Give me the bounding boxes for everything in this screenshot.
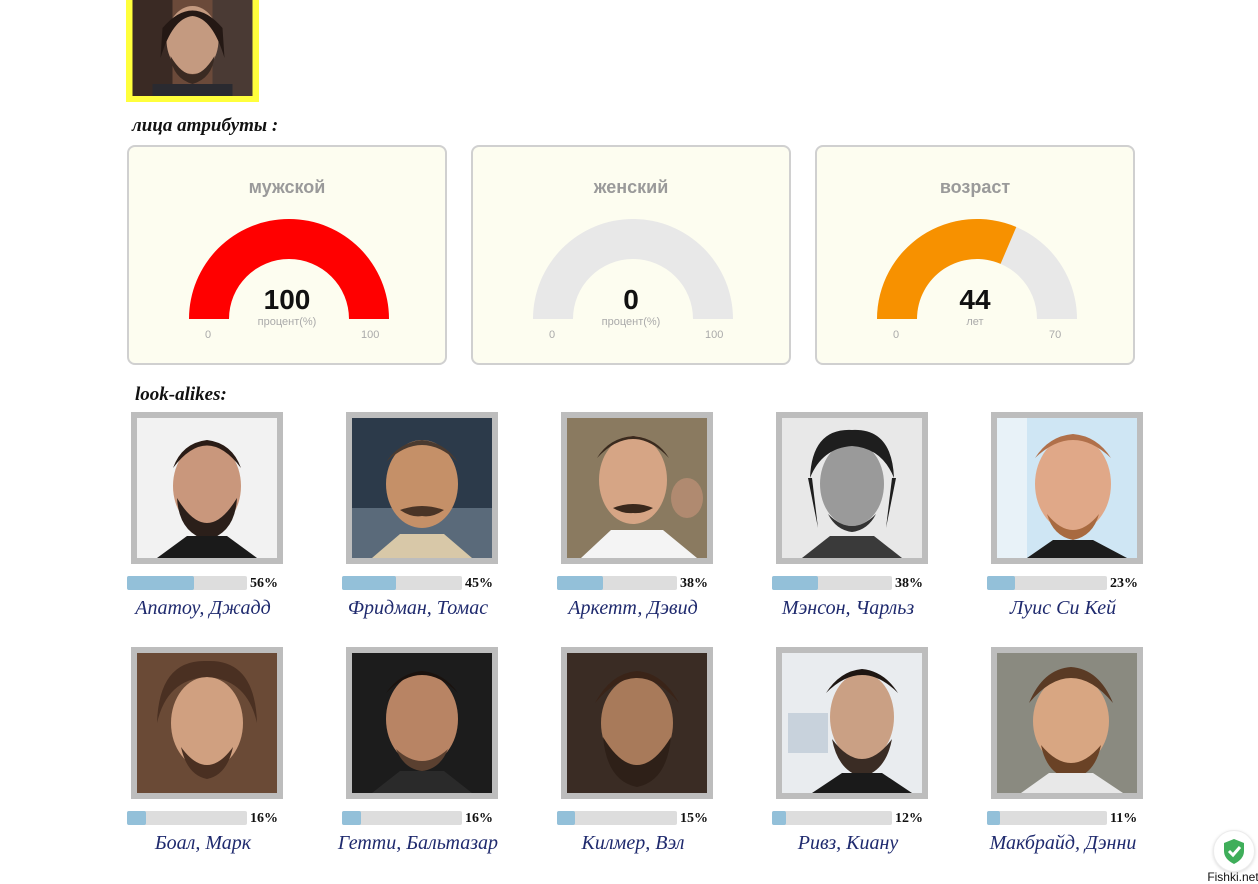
lookalikes-title: look-alikes: — [135, 384, 227, 405]
similarity-percent: 38% — [895, 576, 923, 591]
lookalike-photo[interactable] — [776, 647, 928, 799]
lookalike-name[interactable]: Апатоу, Джадд — [107, 597, 299, 619]
similarity-bar-fill — [342, 811, 362, 825]
gauge-unit: процент(%) — [257, 316, 317, 328]
similarity-bar — [987, 576, 1107, 590]
similarity-bar-fill — [987, 576, 1015, 590]
similarity-bar — [342, 811, 462, 825]
lookalike-name[interactable]: Ривз, Киану — [752, 832, 944, 854]
similarity-bar — [127, 576, 247, 590]
similarity-bar-fill — [127, 576, 195, 590]
query-face-photo — [126, 0, 259, 102]
lookalike-photo[interactable] — [131, 412, 283, 564]
similarity-bar — [772, 576, 892, 590]
gauge-card-age: возраст 44 лет 0 70 — [815, 145, 1135, 365]
similarity-percent: 56% — [250, 576, 278, 591]
watermark-badge: Fishki.net — [1207, 826, 1258, 884]
gauge-value: 100 — [263, 284, 311, 315]
similarity-percent: 23% — [1110, 576, 1138, 591]
lookalike-name[interactable]: Мэнсон, Чарльз — [752, 597, 944, 619]
gauge-max: 70 — [1049, 329, 1062, 341]
lookalike-name[interactable]: Гетти, Бальтазар — [322, 832, 514, 854]
shield-check-icon — [1213, 830, 1255, 872]
gauge-value: 44 — [959, 284, 991, 315]
gauge-title: женский — [593, 177, 669, 197]
lookalike-photo[interactable] — [776, 412, 928, 564]
lookalike-name[interactable]: Аркетт, Дэвид — [537, 597, 729, 619]
gauge-min: 0 — [549, 329, 556, 341]
similarity-percent: 15% — [680, 811, 708, 826]
attributes-title: лица атрибуты : — [132, 115, 279, 136]
lookalike-photo[interactable] — [131, 647, 283, 799]
gauge-min: 0 — [893, 329, 900, 341]
similarity-bar — [557, 576, 677, 590]
similarity-bar — [987, 811, 1107, 825]
watermark-text: Fishki.net — [1207, 870, 1258, 884]
similarity-percent: 11% — [1110, 811, 1138, 826]
similarity-bar-fill — [557, 576, 603, 590]
gauge-title: мужской — [248, 177, 326, 197]
gauge-title: возраст — [939, 177, 1011, 197]
lookalike-name[interactable]: Боал, Марк — [107, 832, 299, 854]
gauge-unit: лет — [966, 316, 984, 328]
similarity-bar-fill — [127, 811, 147, 825]
similarity-percent: 12% — [895, 811, 923, 826]
lookalike-photo[interactable] — [346, 647, 498, 799]
similarity-bar-fill — [772, 576, 818, 590]
gauge-card-female: женский 0 процент(%) 0 100 — [471, 145, 791, 365]
similarity-bar — [127, 811, 247, 825]
similarity-bar-fill — [342, 576, 396, 590]
gauge-min: 0 — [205, 329, 212, 341]
gauge-max: 100 — [705, 329, 724, 341]
lookalike-photo[interactable] — [991, 412, 1143, 564]
similarity-percent: 45% — [465, 576, 493, 591]
gauge-card-male: мужской 100 процент(%) 0 100 — [127, 145, 447, 365]
similarity-percent: 38% — [680, 576, 708, 591]
lookalike-name[interactable]: Макбрайд, Дэнни — [967, 832, 1159, 854]
similarity-percent: 16% — [250, 811, 278, 826]
lookalike-name[interactable]: Фридман, Томас — [322, 597, 514, 619]
gauge-max: 100 — [361, 329, 380, 341]
lookalike-photo[interactable] — [561, 647, 713, 799]
similarity-bar-fill — [772, 811, 787, 825]
lookalike-name[interactable]: Луис Си Кей — [967, 597, 1159, 619]
face-image — [132, 0, 253, 96]
lookalike-photo[interactable] — [991, 647, 1143, 799]
lookalike-photo[interactable] — [346, 412, 498, 564]
lookalike-photo[interactable] — [561, 412, 713, 564]
similarity-bar-fill — [557, 811, 575, 825]
similarity-bar — [342, 576, 462, 590]
gauge-unit: процент(%) — [601, 316, 661, 328]
lookalike-name[interactable]: Килмер, Вэл — [537, 832, 729, 854]
gauge-value: 0 — [623, 284, 639, 315]
similarity-bar-fill — [987, 811, 1001, 825]
similarity-bar — [772, 811, 892, 825]
similarity-percent: 16% — [465, 811, 493, 826]
similarity-bar — [557, 811, 677, 825]
